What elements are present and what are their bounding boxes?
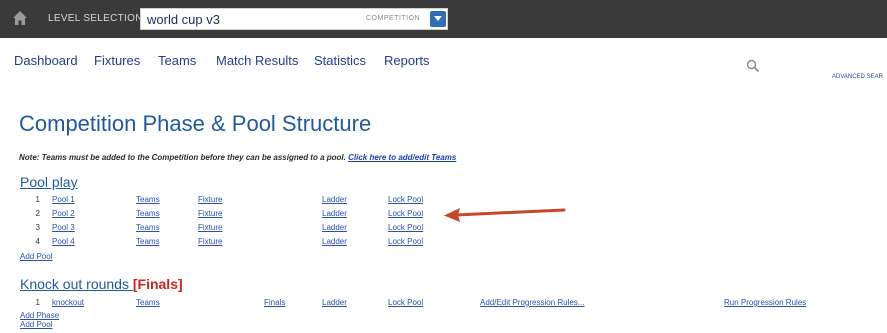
- pool-ladder-link[interactable]: Ladder: [322, 195, 347, 204]
- finals-tag: [Finals]: [132, 276, 183, 292]
- dropdown-button[interactable]: [430, 11, 446, 27]
- lock-pool-link[interactable]: Lock Pool: [388, 223, 423, 232]
- pool-number: 4: [35, 237, 40, 246]
- lock-pool-link[interactable]: Lock Pool: [388, 209, 423, 218]
- lock-pool-link[interactable]: Lock Pool: [388, 237, 423, 246]
- add-edit-teams-link[interactable]: Click here to add/edit Teams: [348, 153, 456, 162]
- pool-number: 3: [35, 223, 40, 232]
- knockout-ladder-link[interactable]: Ladder: [322, 298, 347, 307]
- page: LEVEL SELECTION COMPETITION Dashboard Fi…: [0, 0, 887, 333]
- lock-pool-link[interactable]: Lock Pool: [388, 195, 423, 204]
- lock-pool-link[interactable]: Lock Pool: [388, 298, 423, 307]
- pool-teams-link[interactable]: Teams: [136, 237, 160, 246]
- pool-name-link[interactable]: Pool 1: [52, 195, 75, 204]
- pool-fixture-link[interactable]: Fixture: [198, 209, 222, 218]
- pool-play-title: Pool play: [20, 174, 78, 190]
- knockout-title-text: Knock out rounds: [20, 276, 129, 292]
- teams-note: Note: Teams must be added to the Competi…: [19, 153, 456, 162]
- add-pool-link[interactable]: Add Pool: [20, 252, 52, 261]
- knockout-finals-link[interactable]: Finals: [264, 298, 285, 307]
- pool-number: 1: [35, 195, 40, 204]
- top-bar: LEVEL SELECTION COMPETITION: [0, 0, 887, 39]
- pool-ladder-link[interactable]: Ladder: [322, 223, 347, 232]
- nav-dashboard[interactable]: Dashboard: [14, 53, 78, 68]
- competition-selector[interactable]: COMPETITION: [140, 8, 448, 30]
- level-selection-label[interactable]: LEVEL SELECTION: [48, 13, 143, 24]
- knockout-teams-link[interactable]: Teams: [136, 298, 160, 307]
- pool-teams-link[interactable]: Teams: [136, 209, 160, 218]
- pool-number: 2: [35, 209, 40, 218]
- nav-fixtures[interactable]: Fixtures: [94, 53, 140, 68]
- knockout-row: 1 knockout Teams Finals Ladder Lock Pool…: [0, 298, 887, 311]
- nav-match-results[interactable]: Match Results: [216, 53, 298, 68]
- pool-fixture-link[interactable]: Fixture: [198, 223, 222, 232]
- pool-name-link[interactable]: Pool 2: [52, 209, 75, 218]
- nav-teams[interactable]: Teams: [158, 53, 196, 68]
- knockout-title: Knock out rounds [Finals]: [20, 276, 183, 292]
- pool-ladder-link[interactable]: Ladder: [322, 237, 347, 246]
- nav-reports[interactable]: Reports: [384, 53, 430, 68]
- add-phase-link[interactable]: Add Phase: [20, 311, 59, 320]
- chevron-down-icon: [434, 16, 442, 21]
- add-edit-progression-rules-link[interactable]: Add/Edit Progression Rules...: [480, 298, 585, 307]
- page-title: Competition Phase & Pool Structure: [19, 111, 372, 136]
- pool-fixture-link[interactable]: Fixture: [198, 195, 222, 204]
- competition-input[interactable]: [147, 10, 347, 28]
- add-pool-link[interactable]: Add Pool: [20, 320, 52, 329]
- pool-name-link[interactable]: Pool 4: [52, 237, 75, 246]
- knockout-name-link[interactable]: knockout: [52, 298, 84, 307]
- knockout-number: 1: [35, 298, 40, 307]
- competition-tag: COMPETITION: [366, 15, 421, 22]
- run-progression-rules-link[interactable]: Run Progression Rules: [724, 298, 806, 307]
- pool-fixture-link[interactable]: Fixture: [198, 237, 222, 246]
- search-icon[interactable]: [746, 59, 760, 73]
- pool-name-link[interactable]: Pool 3: [52, 223, 75, 232]
- main-nav: Dashboard Fixtures Teams Match Results S…: [0, 38, 887, 96]
- home-icon[interactable]: [12, 10, 28, 26]
- pool-ladder-link[interactable]: Ladder: [322, 209, 347, 218]
- nav-statistics[interactable]: Statistics: [314, 53, 366, 68]
- pool-teams-link[interactable]: Teams: [136, 223, 160, 232]
- pool-row: 4 Pool 4 Teams Fixture Ladder Lock Pool: [0, 237, 887, 250]
- pool-teams-link[interactable]: Teams: [136, 195, 160, 204]
- advanced-search-link[interactable]: ADVANCED SEAR: [832, 74, 883, 80]
- note-text: Note: Teams must be added to the Competi…: [19, 153, 346, 162]
- arrow-pointer: [444, 208, 566, 222]
